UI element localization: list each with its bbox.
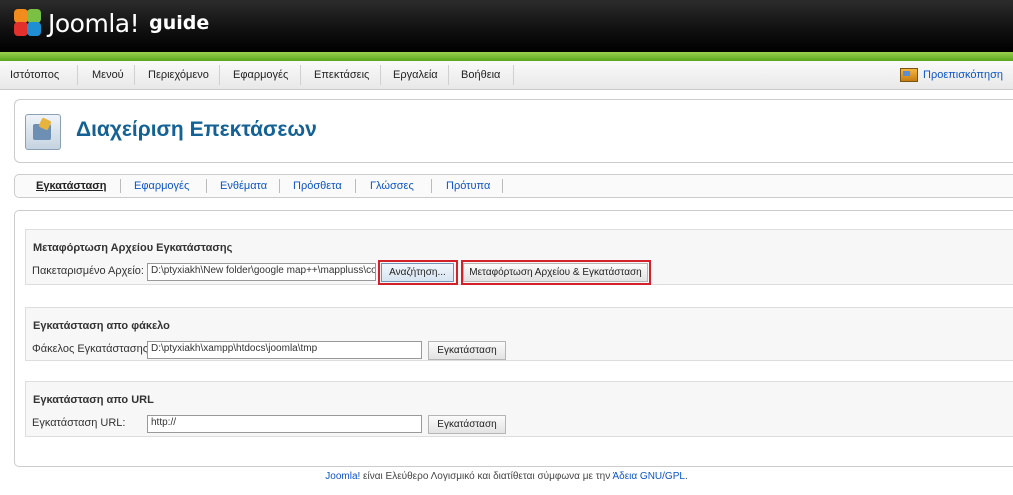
footer-joomla-link[interactable]: Joomla! [325, 471, 360, 482]
tab-modules[interactable]: Ενθέματα [220, 180, 267, 192]
browse-highlight [378, 260, 458, 285]
menu-item-tools[interactable]: Εργαλεία [393, 69, 438, 81]
install-url-input[interactable]: http:// [147, 415, 422, 433]
joomla-logo[interactable]: Joomla! guide [12, 6, 209, 40]
preview-link[interactable]: Προεπισκόπηση [900, 68, 1003, 82]
tab-divider [502, 179, 503, 193]
menu-divider [448, 65, 449, 85]
install-directory-label: Φάκελος Εγκατάστασης: [32, 343, 152, 355]
submenu-tabs: Εγκατάσταση Εφαρμογές Ενθέματα Πρόσθετα … [14, 174, 1013, 198]
package-file-label: Πακεταρισμένο Αρχείο: [32, 265, 144, 277]
menu-divider [134, 65, 135, 85]
preview-icon [900, 68, 918, 82]
install-directory-section: Εγκατάσταση απο φάκελο Φάκελος Εγκατάστα… [25, 307, 1013, 361]
tab-divider [355, 179, 356, 193]
url-section-title: Εγκατάσταση απο URL [33, 394, 154, 406]
menu-item-help[interactable]: Βοήθεια [461, 69, 500, 81]
upload-package-section: Μεταφόρτωση Αρχείου Εγκατάστασης Πακεταρ… [25, 229, 1013, 285]
menu-item-extensions[interactable]: Επεκτάσεις [314, 69, 369, 81]
upload-highlight [461, 260, 651, 285]
menu-item-site[interactable]: Ιστότοπος [10, 69, 59, 81]
install-url-label: Εγκατάσταση URL: [32, 417, 126, 429]
footer: Joomla! είναι Ελεύθερο Λογισμικό και δια… [0, 471, 1013, 482]
tab-templates[interactable]: Πρότυπα [446, 180, 490, 192]
page-title: Διαχείριση Επεκτάσεων [76, 118, 317, 141]
footer-license-link[interactable]: Άδεια GNU/GPL [612, 471, 685, 482]
header-accent-stripe [0, 52, 1013, 61]
logo-text: Joomla! [48, 8, 140, 38]
tab-languages[interactable]: Γλώσσες [370, 180, 414, 192]
menu-divider [77, 65, 78, 85]
directory-section-title: Εγκατάσταση απο φάκελο [33, 320, 170, 332]
install-directory-button[interactable]: Εγκατάσταση [428, 341, 506, 360]
tab-components[interactable]: Εφαρμογές [134, 180, 189, 192]
menu-divider [513, 65, 514, 85]
tab-divider [431, 179, 432, 193]
menu-item-components[interactable]: Εφαρμογές [233, 69, 288, 81]
upload-section-title: Μεταφόρτωση Αρχείου Εγκατάστασης [33, 242, 233, 254]
menu-divider [219, 65, 220, 85]
package-file-input[interactable]: D:\ptyxiakh\New folder\google map++\mapp… [147, 263, 376, 281]
menu-divider [380, 65, 381, 85]
install-url-section: Εγκατάσταση απο URL Εγκατάσταση URL: htt… [25, 381, 1013, 437]
preview-label: Προεπισκόπηση [923, 69, 1003, 81]
install-directory-input[interactable]: D:\ptyxiakh\xampp\htdocs\joomla\tmp [147, 341, 422, 359]
footer-text: είναι Ελεύθερο Λογισμικό και διατίθεται … [360, 471, 613, 482]
install-url-button[interactable]: Εγκατάσταση [428, 415, 506, 434]
tab-divider [206, 179, 207, 193]
header-bar: Joomla! guide [0, 0, 1013, 52]
extension-manager-icon [25, 114, 61, 150]
tab-divider [120, 179, 121, 193]
page-header: Διαχείριση Επεκτάσεων [14, 99, 1013, 163]
footer-end: . [684, 471, 688, 482]
menu-item-content[interactable]: Περιεχόμενο [148, 69, 209, 81]
main-menu: Ιστότοπος Μενού Περιεχόμενο Εφαρμογές Επ… [0, 61, 1013, 90]
tab-divider [279, 179, 280, 193]
install-panel: Μεταφόρτωση Αρχείου Εγκατάστασης Πακεταρ… [14, 210, 1013, 467]
menu-item-menus[interactable]: Μενού [92, 69, 124, 81]
menu-divider [300, 65, 301, 85]
joomla-logo-icon [12, 7, 44, 39]
logo-suffix: guide [149, 12, 210, 34]
tab-install[interactable]: Εγκατάσταση [36, 180, 107, 192]
tab-plugins[interactable]: Πρόσθετα [293, 180, 342, 192]
